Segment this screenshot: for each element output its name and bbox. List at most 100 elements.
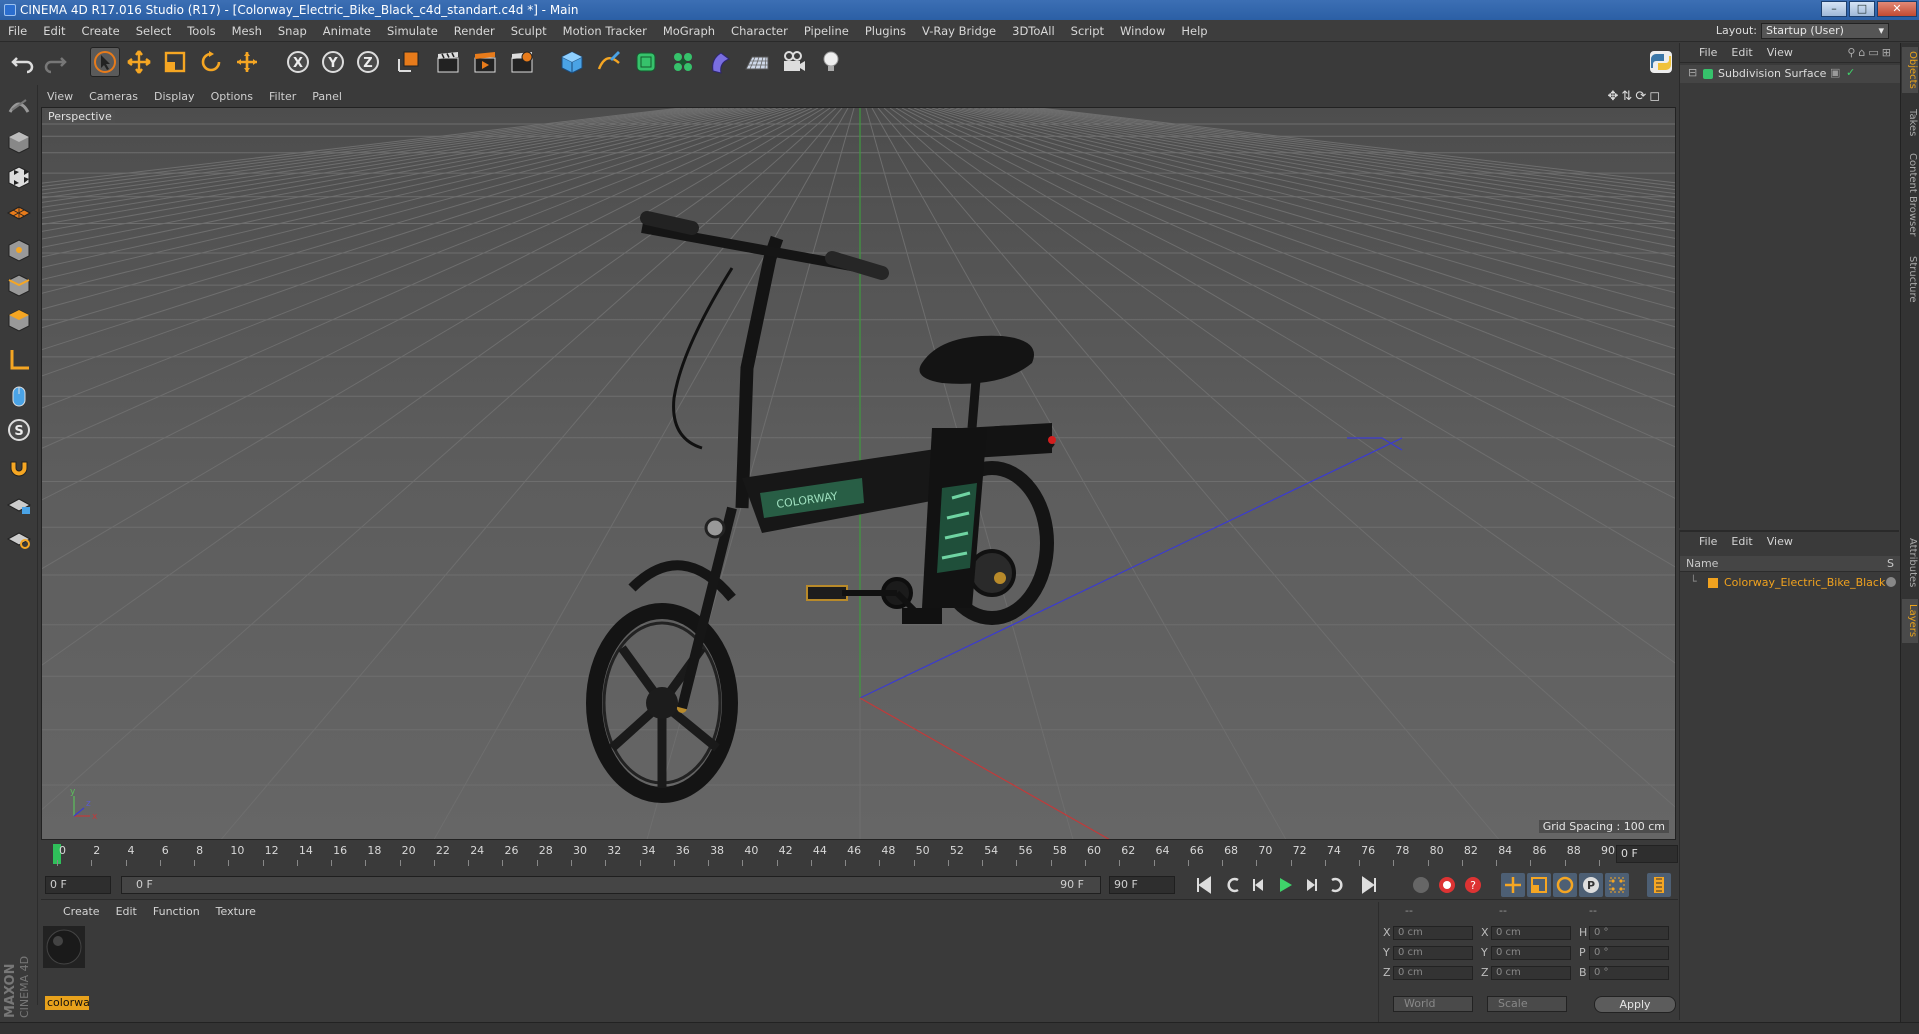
- material-menu-texture[interactable]: Texture: [208, 902, 264, 922]
- tab-objects[interactable]: Objects: [1902, 47, 1918, 93]
- viewport-menu-cameras[interactable]: Cameras: [81, 87, 146, 107]
- timeline-window-button[interactable]: [1647, 873, 1671, 897]
- layout-select[interactable]: Startup (User) ▾: [1761, 23, 1889, 39]
- material-menu-function[interactable]: Function: [145, 902, 208, 922]
- play-forward-button[interactable]: [1273, 873, 1297, 897]
- coordinate-system-button[interactable]: [393, 47, 423, 77]
- texture-mode-button[interactable]: [4, 162, 34, 192]
- key-pla-button[interactable]: [1605, 873, 1629, 897]
- menu-tools[interactable]: Tools: [179, 20, 223, 42]
- spline-pen-button[interactable]: [594, 47, 624, 77]
- minimize-button[interactable]: –: [1821, 1, 1847, 17]
- next-frame-button[interactable]: [1299, 873, 1323, 897]
- end-frame-field[interactable]: 90 F: [1109, 876, 1175, 894]
- menu-render[interactable]: Render: [446, 20, 503, 42]
- menu-file[interactable]: File: [0, 20, 35, 42]
- enabled-check-icon[interactable]: ✓: [1846, 66, 1855, 79]
- light-object-button[interactable]: [816, 47, 846, 77]
- snapping-button[interactable]: S: [4, 415, 34, 445]
- viewport-nav-icons[interactable]: ✥⇅⟳◻: [1608, 89, 1663, 104]
- y-axis-lock-button[interactable]: Y: [318, 47, 348, 77]
- rotation-p-field[interactable]: 0 °: [1589, 946, 1669, 960]
- goto-end-button[interactable]: [1357, 873, 1381, 897]
- menu-help[interactable]: Help: [1173, 20, 1215, 42]
- menu-select[interactable]: Select: [128, 20, 179, 42]
- render-settings-button[interactable]: [507, 47, 537, 77]
- previous-frame-button[interactable]: [1247, 873, 1271, 897]
- start-frame-field[interactable]: 0 F: [45, 876, 111, 894]
- z-axis-lock-button[interactable]: Z: [353, 47, 383, 77]
- tab-structure[interactable]: Structure: [1902, 247, 1918, 311]
- menu-animate[interactable]: Animate: [315, 20, 379, 42]
- menu-pipeline[interactable]: Pipeline: [796, 20, 857, 42]
- frame-range-slider[interactable]: 0 F 90 F: [121, 876, 1101, 894]
- layer-row[interactable]: └ Colorway_Electric_Bike_Black: [1680, 574, 1900, 592]
- camera-object-button[interactable]: [779, 47, 809, 77]
- rotation-h-field[interactable]: 0 °: [1589, 926, 1669, 940]
- workplane-mode-button[interactable]: [4, 197, 34, 227]
- floor-object-button[interactable]: [742, 47, 772, 77]
- deformer-button[interactable]: [705, 47, 735, 77]
- size-mode-select[interactable]: Scale: [1487, 996, 1567, 1012]
- mograph-cloner-button[interactable]: [668, 47, 698, 77]
- solo-dot-icon[interactable]: [1886, 577, 1896, 587]
- menu-mograph[interactable]: MoGraph: [655, 20, 723, 42]
- model-mode-button[interactable]: [4, 127, 34, 157]
- tab-content-browser[interactable]: Content Browser: [1902, 147, 1918, 243]
- viewport-menu-panel[interactable]: Panel: [304, 87, 350, 107]
- close-button[interactable]: ✕: [1877, 1, 1917, 17]
- layer-menu-file[interactable]: File: [1692, 532, 1724, 552]
- object-menu-edit[interactable]: Edit: [1724, 43, 1759, 63]
- frame-ruler[interactable]: 0 2 4 6 8 10 12 14 16 18 20 22 24 26 28 30 32 34 36 38 40 42 4…: [49, 842, 1615, 866]
- layer-menu-edit[interactable]: Edit: [1724, 532, 1759, 552]
- tweak-mode-button[interactable]: [4, 381, 34, 411]
- polygons-mode-button[interactable]: [4, 305, 34, 335]
- key-param-button[interactable]: P: [1579, 873, 1603, 897]
- menu-sculpt[interactable]: Sculpt: [503, 20, 555, 42]
- make-editable-button[interactable]: [4, 90, 34, 120]
- nurbs-button[interactable]: [631, 47, 661, 77]
- current-frame-field[interactable]: 0 F: [1616, 845, 1678, 863]
- visibility-icon[interactable]: ▣: [1830, 66, 1840, 79]
- expand-icon[interactable]: ⊟: [1688, 66, 1697, 79]
- menu-3dtoall[interactable]: 3DToAll: [1004, 20, 1063, 42]
- record-active-objects-button[interactable]: [1435, 873, 1459, 897]
- redo-button[interactable]: [40, 47, 70, 77]
- material-menu-create[interactable]: Create: [55, 902, 108, 922]
- tab-attributes[interactable]: Attributes: [1902, 533, 1918, 593]
- record-disabled-button[interactable]: [1409, 873, 1433, 897]
- object-menu-view[interactable]: View: [1760, 43, 1800, 63]
- key-rotation-button[interactable]: [1553, 873, 1577, 897]
- object-search-icons[interactable]: ⚲⌂▭⊞: [1847, 46, 1894, 59]
- autokeying-button[interactable]: ?: [1461, 873, 1485, 897]
- position-y-field[interactable]: 0 cm: [1393, 946, 1473, 960]
- axis-mode-button[interactable]: [4, 345, 34, 375]
- move-tool-button[interactable]: [124, 47, 154, 77]
- rotate-tool-button[interactable]: [196, 47, 226, 77]
- coordinate-space-select[interactable]: World: [1393, 996, 1473, 1012]
- position-x-field[interactable]: 0 cm: [1393, 926, 1473, 940]
- menu-plugins[interactable]: Plugins: [857, 20, 914, 42]
- lock-workplane-button[interactable]: [4, 489, 34, 519]
- live-selection-button[interactable]: [90, 47, 120, 77]
- menu-edit[interactable]: Edit: [35, 20, 73, 42]
- undo-button[interactable]: [8, 47, 38, 77]
- menu-window[interactable]: Window: [1112, 20, 1173, 42]
- points-mode-button[interactable]: [4, 235, 34, 265]
- material-swatch[interactable]: colorwa: [43, 926, 89, 1010]
- goto-next-key-button[interactable]: [1325, 873, 1349, 897]
- viewport-menu-filter[interactable]: Filter: [261, 87, 304, 107]
- x-axis-lock-button[interactable]: X: [283, 47, 313, 77]
- menu-vray-bridge[interactable]: V-Ray Bridge: [914, 20, 1004, 42]
- menu-script[interactable]: Script: [1063, 20, 1112, 42]
- object-menu-file[interactable]: File: [1692, 43, 1724, 63]
- goto-previous-key-button[interactable]: [1221, 873, 1245, 897]
- menu-simulate[interactable]: Simulate: [379, 20, 446, 42]
- menu-motion-tracker[interactable]: Motion Tracker: [555, 20, 655, 42]
- cube-primitive-button[interactable]: [557, 47, 587, 77]
- viewport-menu-options[interactable]: Options: [203, 87, 261, 107]
- render-view-button[interactable]: [433, 47, 463, 77]
- goto-start-button[interactable]: [1192, 873, 1216, 897]
- menu-create[interactable]: Create: [74, 20, 128, 42]
- scale-tool-button[interactable]: [160, 47, 190, 77]
